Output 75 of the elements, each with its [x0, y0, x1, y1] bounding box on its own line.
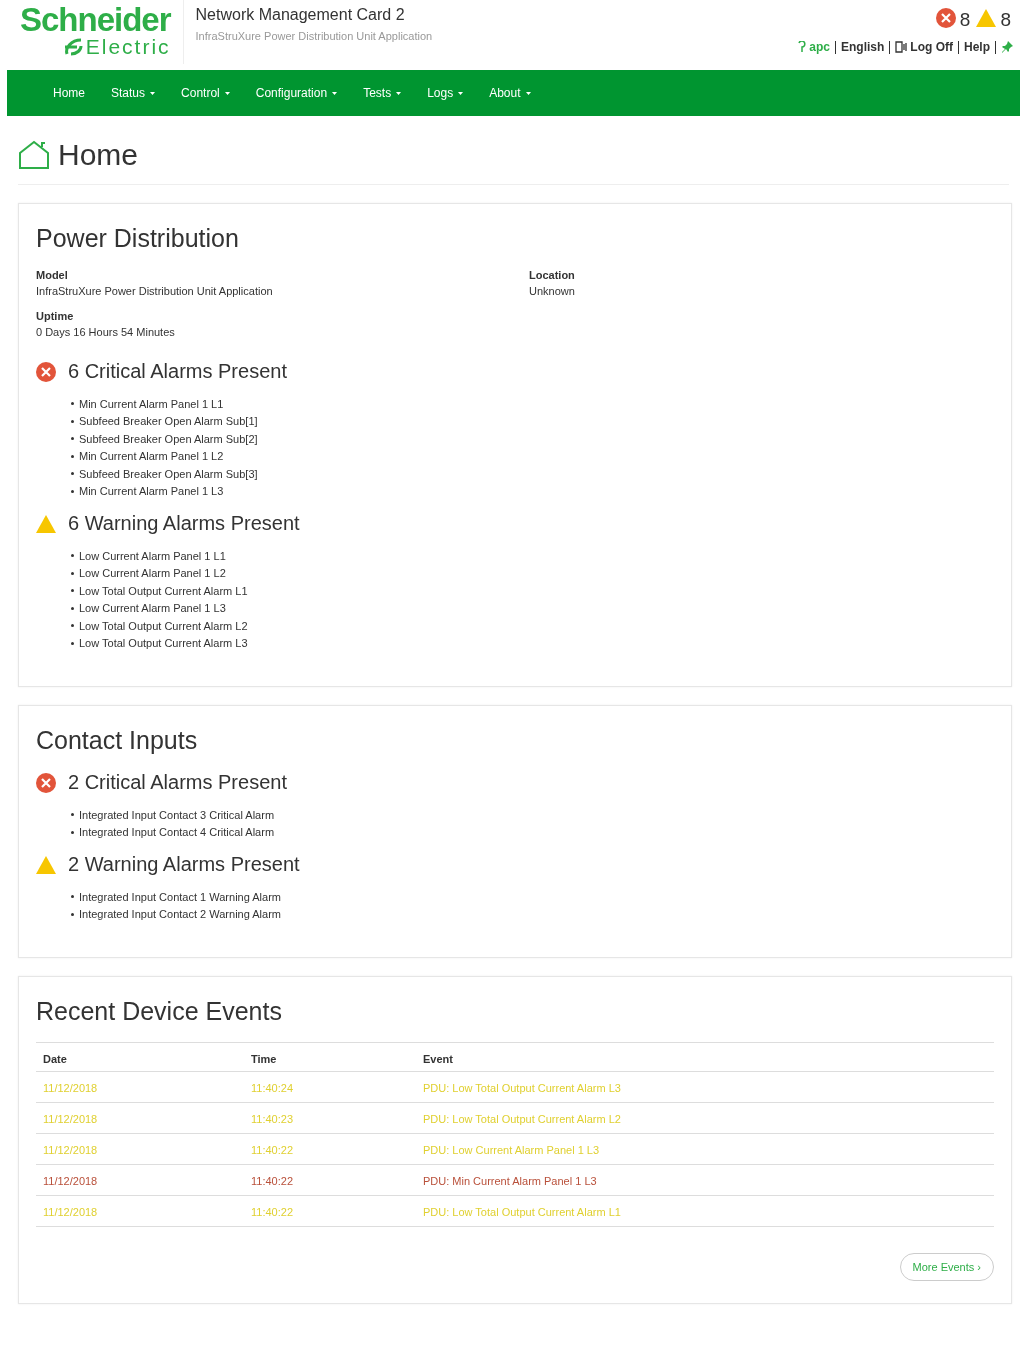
alarm-item: Low Current Alarm Panel 1 L2 — [79, 567, 226, 580]
card-title: Contact Inputs — [36, 726, 199, 755]
alarm-item: Min Current Alarm Panel 1 L1 — [79, 397, 224, 410]
alarm-item: Subfeed Breaker Open Alarm Sub[3] — [79, 467, 258, 480]
user-icon — [798, 41, 807, 53]
table-cell: 11/12/2018 — [36, 1133, 244, 1165]
table-cell: 11:40:22 — [244, 1195, 416, 1227]
alarm-item: Integrated Input Contact 4 Critical Alarm — [79, 826, 275, 839]
home-icon — [18, 140, 50, 170]
alarm-item: Low Current Alarm Panel 1 L1 — [79, 549, 226, 562]
alarm-item: Low Total Output Current Alarm L2 — [79, 619, 248, 632]
error-icon — [36, 361, 56, 382]
table-cell: 11:40:22 — [244, 1164, 416, 1196]
field-label: Location — [529, 269, 576, 281]
field-label: Uptime — [36, 310, 75, 322]
alarm-item: Low Current Alarm Panel 1 L3 — [79, 602, 226, 615]
app-subtitle: InfraStruXure Power Distribution Unit Application — [195, 30, 434, 42]
warning-icon — [36, 855, 56, 874]
app-title: Network Management Card 2 — [195, 6, 406, 24]
table-cell: PDU: Low Total Output Current Alarm L2 — [416, 1102, 994, 1134]
nav-item[interactable]: Home — [43, 86, 95, 100]
nav-item[interactable]: Status — [101, 86, 166, 100]
warning-icon — [976, 9, 997, 27]
nav-item[interactable]: Tests — [353, 86, 412, 100]
alarm-item: Integrated Input Contact 3 Critical Alarm — [79, 808, 275, 821]
header-link[interactable]: Help — [964, 40, 990, 54]
header-link[interactable]: English — [841, 40, 885, 54]
alarm-item: Low Total Output Current Alarm L1 — [79, 584, 248, 597]
more-events-button[interactable]: More Events › — [899, 1253, 994, 1281]
alarm-heading: 6 Critical Alarms Present — [68, 360, 287, 383]
alarm-item: Subfeed Breaker Open Alarm Sub[2] — [79, 432, 258, 445]
door-icon — [895, 41, 908, 53]
page-title: Home — [58, 138, 139, 172]
pin-icon[interactable] — [1001, 41, 1013, 53]
user-link[interactable]: apc — [798, 40, 830, 54]
alarm-heading: 2 Warning Alarms Present — [68, 853, 300, 876]
table-cell: 11:40:22 — [244, 1133, 416, 1165]
nav-item[interactable]: About — [479, 86, 541, 100]
table-cell: PDU: Min Current Alarm Panel 1 L3 — [416, 1164, 994, 1196]
nav-item[interactable]: Configuration — [245, 86, 348, 100]
column-header: Event — [416, 1042, 994, 1072]
alarm-item: Low Total Output Current Alarm L3 — [79, 637, 248, 650]
column-header: Time — [244, 1042, 416, 1072]
table-cell: PDU: Low Total Output Current Alarm L1 — [416, 1195, 994, 1227]
field-value: InfraStruXure Power Distribution Unit Application — [36, 285, 274, 297]
field-value: 0 Days 16 Hours 54 Minutes — [36, 326, 176, 338]
table-cell: PDU: Low Current Alarm Panel 1 L3 — [416, 1133, 994, 1165]
nav-item[interactable]: Logs — [417, 86, 474, 100]
field-value: Unknown — [529, 285, 576, 297]
alarm-item: Min Current Alarm Panel 1 L3 — [79, 485, 224, 498]
card-title: Power Distribution — [36, 224, 240, 253]
table-cell: 11:40:23 — [244, 1102, 416, 1134]
alarm-heading: 6 Warning Alarms Present — [68, 512, 300, 535]
header-link[interactable]: Log Off — [895, 40, 953, 54]
error-icon — [36, 772, 56, 793]
alarm-item: Integrated Input Contact 2 Warning Alarm — [79, 908, 281, 921]
alarm-count[interactable]: 8 — [1000, 9, 1011, 31]
table-cell: 11:40:24 — [244, 1071, 416, 1103]
table-cell: 11/12/2018 — [36, 1164, 244, 1196]
alarm-item: Integrated Input Contact 1 Warning Alarm — [79, 890, 281, 903]
column-header: Date — [36, 1042, 244, 1072]
table-cell: 11/12/2018 — [36, 1102, 244, 1134]
alarm-item: Subfeed Breaker Open Alarm Sub[1] — [79, 415, 258, 428]
logo: Schneider Electric — [20, 0, 184, 64]
table-cell: PDU: Low Total Output Current Alarm L3 — [416, 1071, 994, 1103]
table-cell: 11/12/2018 — [36, 1071, 244, 1103]
table-cell: 11/12/2018 — [36, 1195, 244, 1227]
warning-icon — [36, 514, 56, 533]
alarm-item: Min Current Alarm Panel 1 L2 — [79, 450, 224, 463]
card-title: Recent Device Events — [36, 997, 283, 1026]
alarm-heading: 2 Critical Alarms Present — [68, 771, 287, 794]
field-label: Model — [36, 269, 69, 281]
error-icon — [935, 8, 956, 28]
nav-item[interactable]: Control — [171, 86, 240, 100]
alarm-count[interactable]: 8 — [959, 9, 971, 31]
